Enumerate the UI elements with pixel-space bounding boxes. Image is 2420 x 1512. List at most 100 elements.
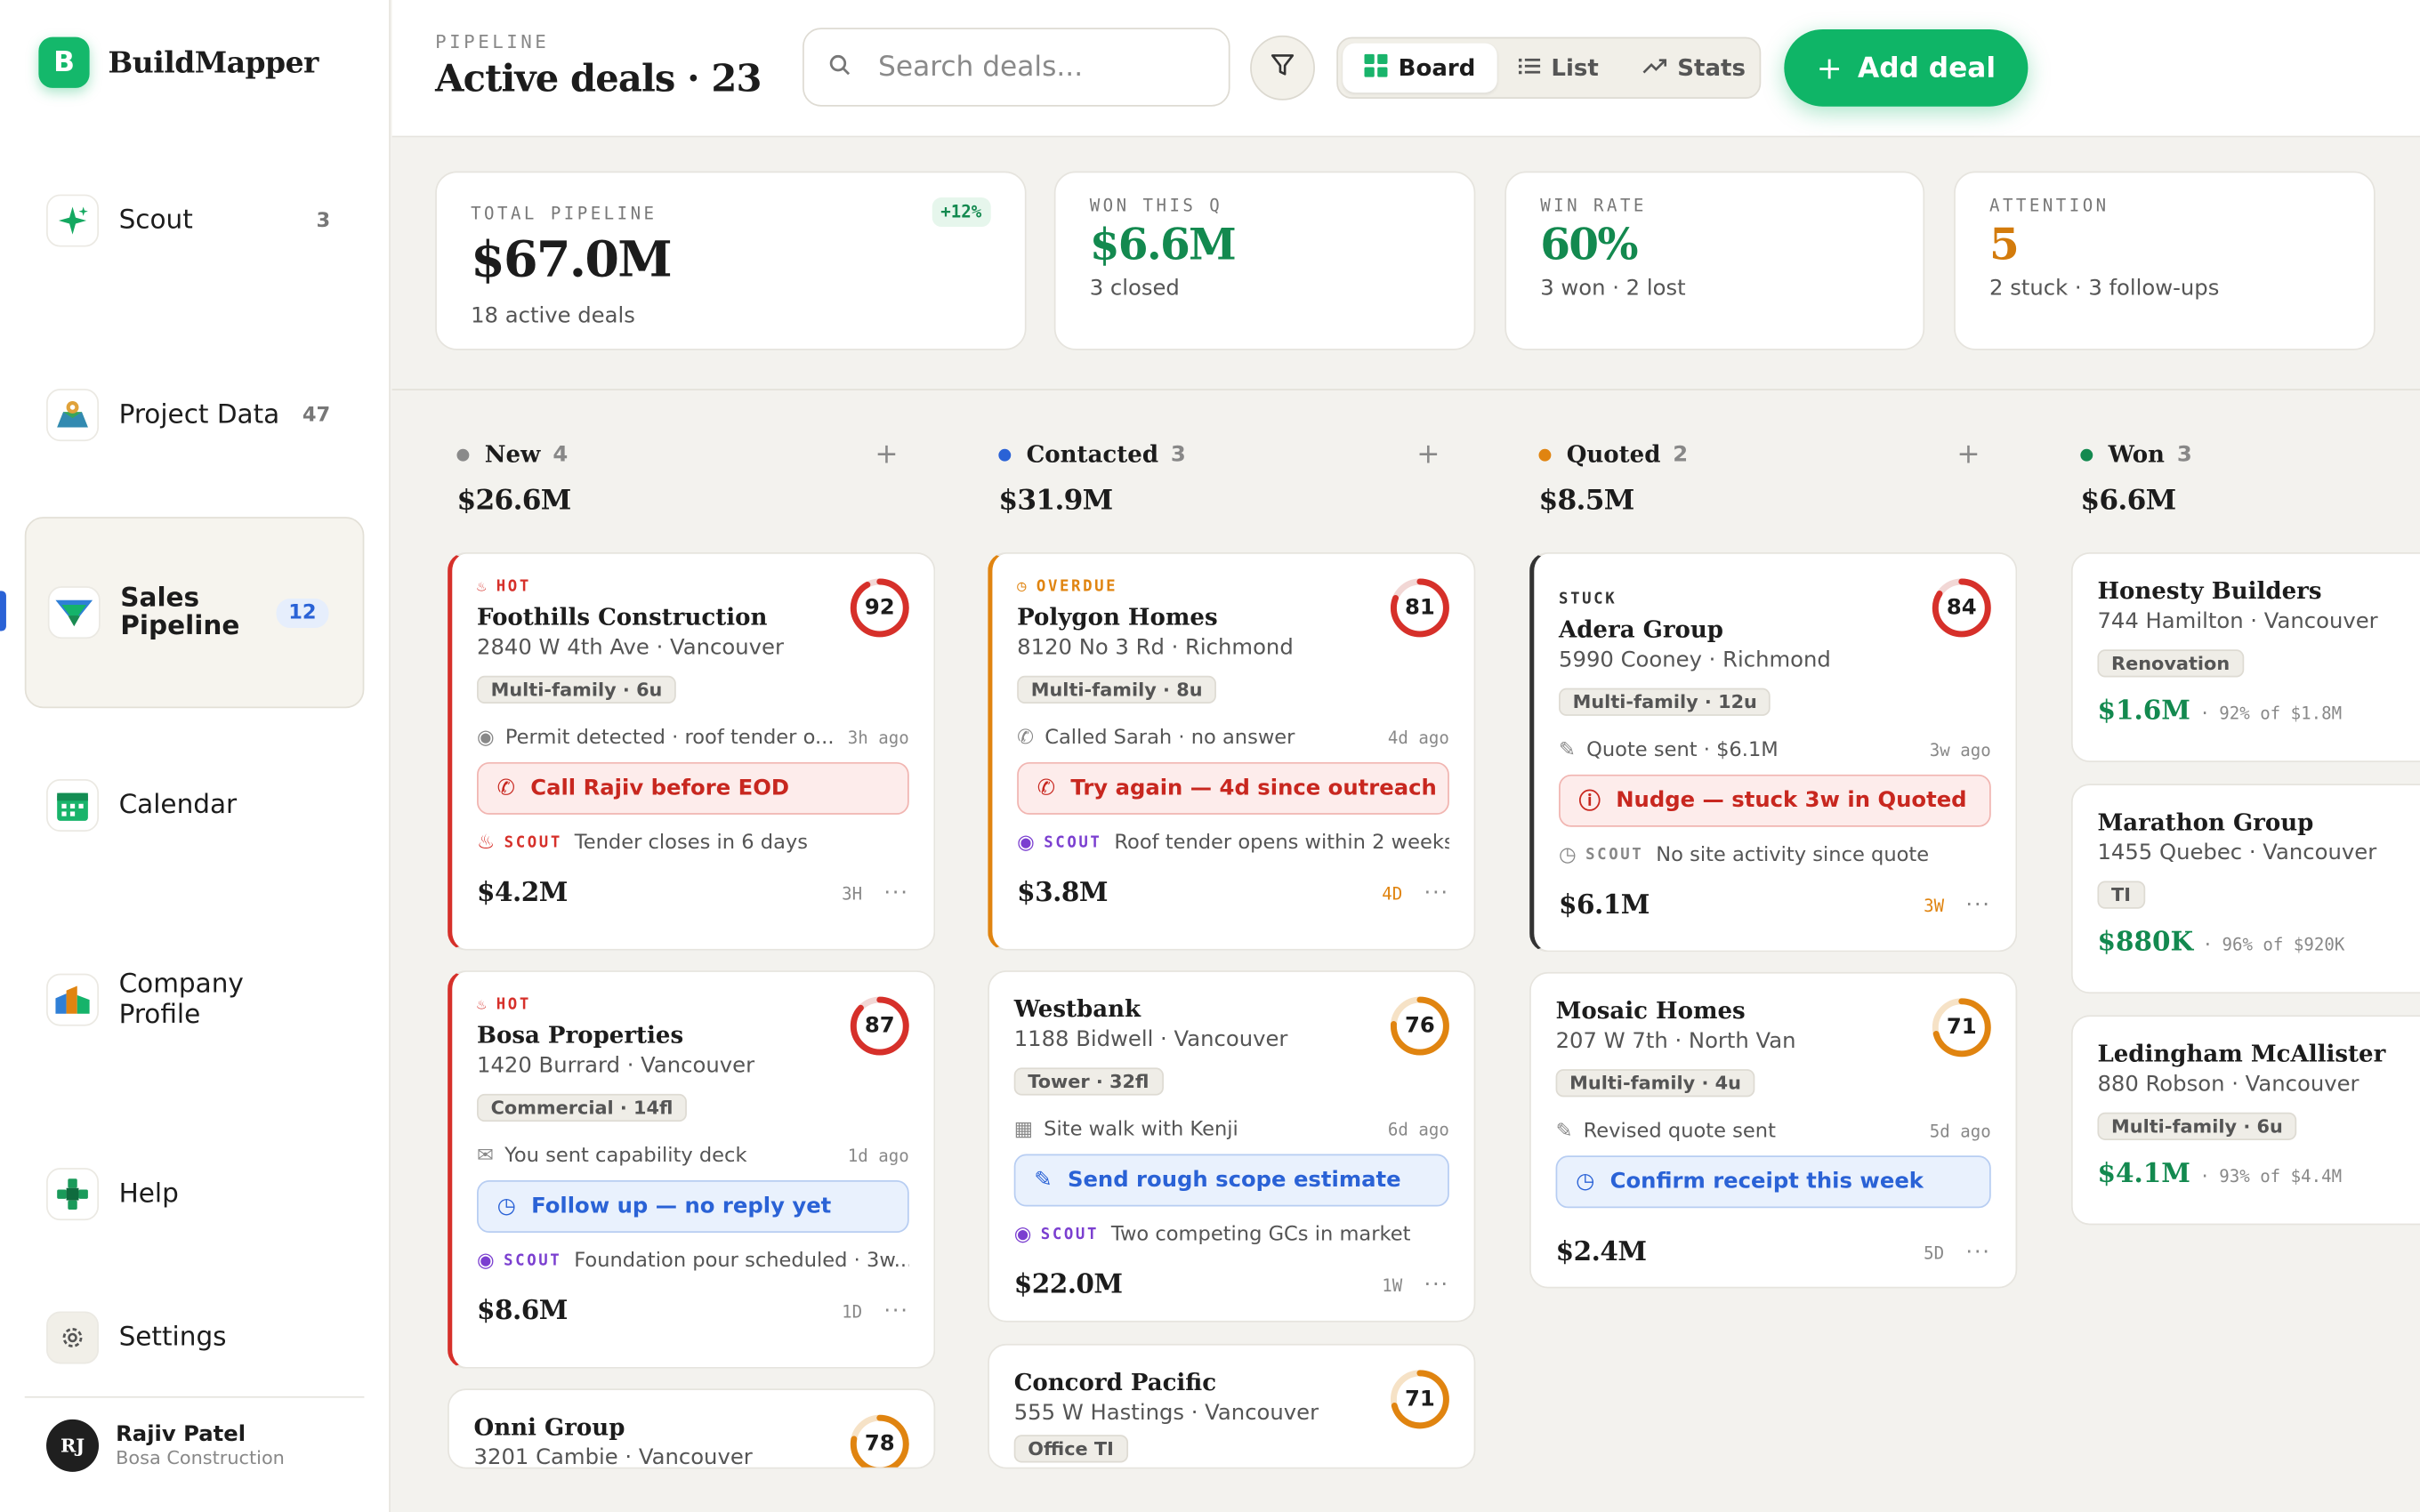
card-footer: $22.0M 1W ··· [1014,1247,1449,1321]
sparkle-icon [46,194,100,247]
stat-label: WON THIS Q [1089,196,1223,216]
next-action-button[interactable]: ◷ Confirm receipt this week [1555,1155,1991,1209]
project-tag: Multi-family · 4u [1555,1069,1755,1098]
deal-card[interactable]: STUCK Adera Group 5990 Cooney · Richmond… [1529,552,2018,953]
card-footer: $2.4M 5D ··· [1556,1208,1991,1286]
deal-value: $6.1M [1559,889,1650,921]
deal-card[interactable]: ♨ HOT Foothills Construction 2840 W 4th A… [448,552,936,951]
add-card-button[interactable]: + [1956,438,1980,470]
next-action-button[interactable]: ✎ Send rough scope estimate [1013,1154,1449,1207]
deal-address: 3201 Cambie · Vancouver [473,1445,753,1469]
stat-value: 5 [1989,219,2020,270]
sidebar-item-label: Company Profile [118,969,244,1031]
view-stats-button[interactable]: Stats [1620,44,1767,93]
column-name: Quoted [1566,440,1661,469]
deal-score-ring: 78 [847,1411,912,1468]
project-tag: Commercial · 14fl [477,1093,688,1122]
deal-score: 84 [1946,595,1977,621]
stat-sub: 3 won · 2 lost [1540,276,1686,302]
view-list-button[interactable]: List [1497,44,1620,93]
project-tag: Office TI [1013,1435,1128,1463]
more-options-button[interactable]: ··· [883,881,908,906]
stat-sub: 18 active deals [471,303,635,329]
user-profile[interactable]: RJ Rajiv Patel Bosa Construction [46,1419,285,1472]
sidebar-item-settings[interactable]: Settings [25,1288,365,1387]
more-options-button[interactable]: ··· [1424,1273,1448,1298]
sidebar-item-calendar[interactable]: Calendar [25,756,365,855]
brand[interactable]: B BuildMapper [38,36,319,88]
sidebar-item-help[interactable]: Help [25,1145,365,1243]
deal-name: Mosaic Homes [1555,996,1746,1025]
next-action-button[interactable]: ◷ Follow up — no reply yet [477,1180,909,1234]
sidebar-item-company-profile[interactable]: Company Profile [25,951,365,1050]
column-header-new: New 4 + $26.6M [456,438,919,517]
deal-card[interactable]: ♨ HOT Bosa Properties 1420 Burrard · Vanc… [448,970,936,1369]
deal-address: 1188 Bidwell · Vancouver [1013,1027,1288,1053]
card-footer: $8.6M 1D ··· [477,1273,909,1350]
search-input[interactable] [878,51,1203,84]
sidebar-item-label: Scout [118,205,193,237]
help-icon [46,1168,100,1221]
calendar-icon: ▦ [1013,1117,1034,1141]
project-tag: Renovation [2097,649,2244,678]
more-options-button[interactable]: ··· [1965,1241,1990,1266]
next-action-button[interactable]: ✆ Call Rajiv before EOD [477,761,909,815]
more-options-button[interactable]: ··· [1965,893,1990,918]
eye-icon: ◉ [477,726,495,750]
sidebar-item-label: Calendar [118,790,238,821]
deal-card[interactable]: Honesty Builders 744 Hamilton · Vancouve… [2070,552,2420,762]
deal-name: Foothills Construction [477,603,768,631]
pipeline-icon [47,586,101,639]
deal-address: 1455 Quebec · Vancouver [2097,840,2377,866]
search-icon [829,52,851,82]
deal-card[interactable]: Mosaic Homes 207 W 7th · North Van Multi… [1529,971,2018,1289]
sidebar-item-count: 12 [276,598,329,628]
filter-button[interactable] [1250,35,1315,101]
deal-score-ring: 76 [1387,993,1452,1058]
deal-card[interactable]: Concord Pacific 555 W Hastings · Vancouv… [988,1343,1476,1469]
phone-icon: ✆ [496,776,515,801]
deal-score: 81 [1405,595,1435,621]
stat-delta-badge: +12% [931,197,991,228]
deal-card[interactable]: Marathon Group 1455 Quebec · Vancouver T… [2070,784,2420,994]
deal-address: 880 Robson · Vancouver [2097,1072,2360,1098]
overdue-badge: ◷ OVERDUE [1017,577,1118,595]
brand-logo: B [38,36,90,88]
column-count: 3 [2176,441,2192,467]
hot-badge: ♨ HOT [477,577,531,595]
deal-card[interactable]: ◷ OVERDUE Polygon Homes 8120 No 3 Rd · Ri… [988,552,1476,951]
next-action-button[interactable]: ⓘ Nudge — stuck 3w in Quoted [1559,774,1991,827]
add-card-button[interactable]: + [875,438,898,470]
next-action-button[interactable]: ✆ Try again — 4d since outreach [1017,761,1449,815]
deal-age: 3H [842,883,863,904]
last-activity: ✉ You sent capability deck 1d ago [477,1144,909,1168]
user-name: Rajiv Patel [116,1422,246,1448]
sidebar-item-project-data[interactable]: Project Data 47 [25,366,365,464]
stat-sub: 3 closed [1089,276,1180,302]
project-tag: TI [2097,881,2145,909]
status-dot [1538,447,1552,461]
deal-score: 92 [864,595,895,621]
deal-address: 555 W Hastings · Vancouver [1013,1401,1319,1426]
search-box[interactable] [803,28,1230,107]
add-card-button[interactable]: + [1416,438,1440,470]
sidebar-item-sales-pipeline[interactable]: Sales Pipeline 12 [24,517,365,709]
scout-insight: ♨ SCOUT Tender closes in 6 days [477,831,809,855]
stat-card-won: WON THIS Q $6.6M 3 closed [1053,171,1476,350]
view-board-button[interactable]: Board [1343,43,1497,93]
stat-label: TOTAL PIPELINE [471,203,657,224]
more-options-button[interactable]: ··· [1424,881,1448,906]
eye-icon: ◉ [1013,1222,1032,1246]
add-deal-button[interactable]: + Add deal [1784,28,2029,107]
sidebar-item-scout[interactable]: Scout 3 [25,172,365,270]
deal-name: Bosa Properties [477,1021,684,1050]
more-options-button[interactable]: ··· [883,1299,908,1324]
scout-insight: ◷ SCOUT No site activity since quote [1559,843,1930,867]
deal-card[interactable]: Westbank 1188 Bidwell · Vancouver Tower … [988,970,1476,1323]
column-header-contacted: Contacted 3 + $31.9M [998,438,1461,517]
flame-icon: ♨ [477,831,496,855]
status-dot [456,447,470,461]
deal-card[interactable]: Onni Group 3201 Cambie · Vancouver 78 [448,1388,936,1469]
deal-score-ring: 71 [1929,995,1994,1060]
deal-card[interactable]: Ledingham McAllister 880 Robson · Vancou… [2070,1015,2420,1226]
